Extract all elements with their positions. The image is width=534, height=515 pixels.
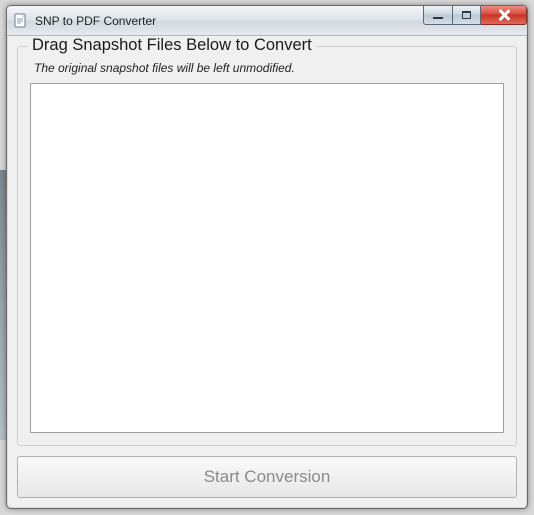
- minimize-icon: [433, 17, 443, 19]
- window-title: SNP to PDF Converter: [35, 14, 156, 28]
- client-area: Drag Snapshot Files Below to Convert The…: [7, 36, 527, 508]
- maximize-icon: [462, 11, 471, 19]
- start-conversion-label: Start Conversion: [204, 467, 331, 487]
- app-window: SNP to PDF Converter Drag Snapshot Files…: [6, 5, 528, 509]
- window-controls: [423, 5, 527, 25]
- app-icon: [13, 13, 29, 29]
- titlebar[interactable]: SNP to PDF Converter: [7, 6, 527, 36]
- minimize-button[interactable]: [423, 5, 452, 25]
- close-button[interactable]: [481, 5, 527, 25]
- group-heading: Drag Snapshot Files Below to Convert: [28, 36, 316, 55]
- close-icon: [498, 9, 510, 21]
- file-drop-area[interactable]: [30, 83, 504, 433]
- maximize-button[interactable]: [452, 5, 481, 25]
- group-subtext: The original snapshot files will be left…: [34, 61, 504, 75]
- drop-group: Drag Snapshot Files Below to Convert The…: [17, 46, 517, 446]
- start-conversion-button[interactable]: Start Conversion: [17, 456, 517, 498]
